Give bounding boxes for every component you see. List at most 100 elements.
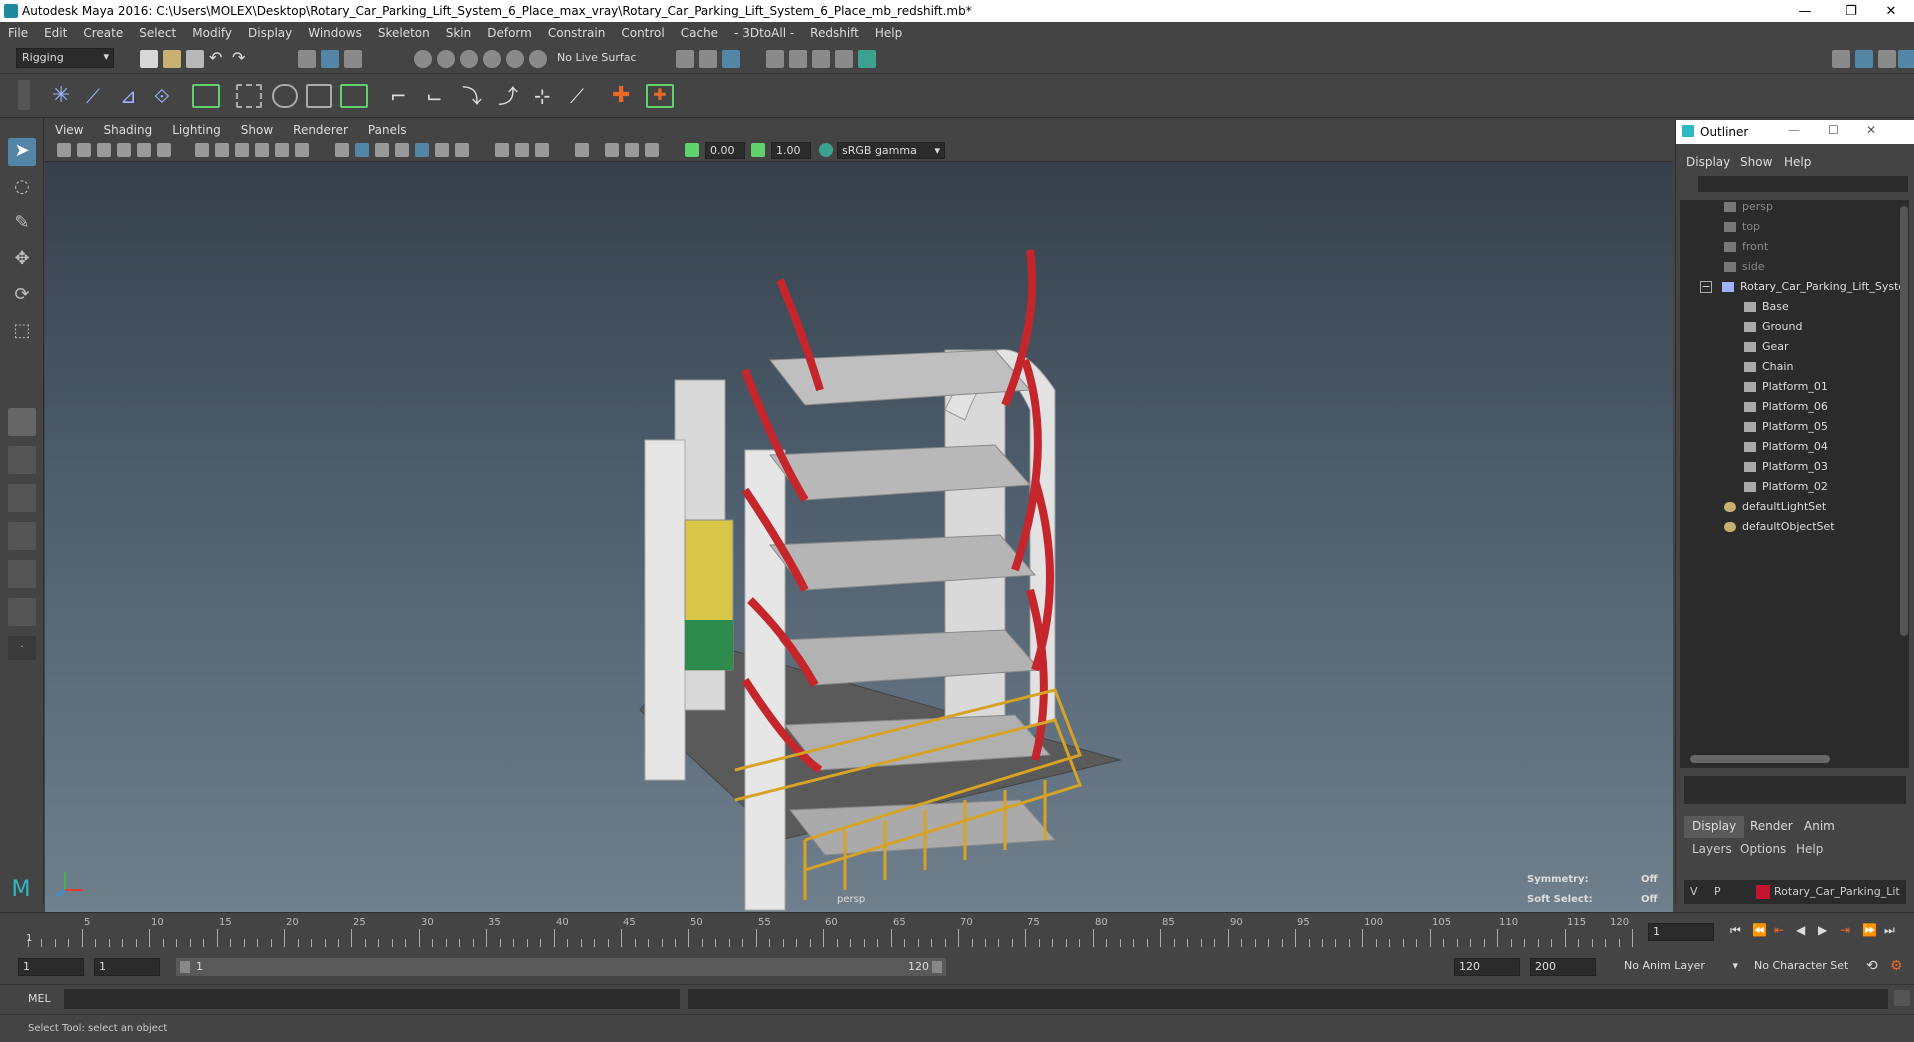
xray-icon[interactable] (605, 143, 619, 157)
cluster-handle-icon[interactable]: ✚ (646, 84, 674, 108)
menu-deform[interactable]: Deform (479, 26, 540, 40)
outliner-item-front[interactable]: front (1724, 240, 1768, 258)
outliner-item-platform-02[interactable]: Platform_02 (1744, 480, 1828, 498)
film-gate-icon[interactable] (215, 143, 229, 157)
outliner-menu-display[interactable]: Display (1686, 155, 1730, 169)
menu-3dtoall[interactable]: - 3DtoAll - (726, 26, 802, 40)
outliner-item-platform-01[interactable]: Platform_01 (1744, 380, 1828, 398)
command-input[interactable] (64, 989, 680, 1009)
menu-skin[interactable]: Skin (438, 26, 480, 40)
range-start-handle[interactable] (180, 961, 190, 973)
lasso-tool-icon[interactable]: ◌ (8, 174, 36, 202)
save-scene-icon[interactable] (186, 50, 204, 68)
ipr-render-icon[interactable] (812, 50, 830, 68)
anti-aliasing-icon[interactable] (535, 143, 549, 157)
select-hierarchy-icon[interactable] (298, 50, 316, 68)
undo-icon[interactable]: ↶ (209, 50, 227, 68)
gamma-icon[interactable] (751, 143, 765, 157)
tab-display[interactable]: Display (1684, 816, 1745, 838)
animation-preferences-icon[interactable]: ⚙ (1890, 958, 1908, 976)
point-constraint-icon[interactable]: ⌙ (426, 86, 444, 106)
outliner-vscrollbar[interactable] (1900, 206, 1908, 636)
menu-cache[interactable]: Cache (673, 26, 726, 40)
panel-menu-panels[interactable]: Panels (358, 123, 417, 137)
xray-joints-icon[interactable] (625, 143, 639, 157)
auto-key-icon[interactable]: ⟲ (1866, 958, 1884, 976)
layer-visibility-toggle[interactable]: V (1690, 885, 1698, 898)
ik-spline-icon[interactable]: ⊿ (120, 86, 138, 106)
attribute-editor-icon[interactable] (1832, 50, 1850, 68)
minimize-button[interactable]: — (1782, 0, 1828, 22)
perspective-viewport[interactable]: persp Symmetry: Off Soft Select: Off (45, 120, 1673, 912)
pole-vector-icon[interactable]: ⟋ (570, 86, 588, 106)
playback-end-field[interactable]: 120 (1454, 958, 1520, 976)
perspective-outliner-icon[interactable] (8, 484, 36, 512)
locator-icon[interactable]: ✚ (612, 85, 630, 107)
scale-tool-icon[interactable]: ⬚ (8, 318, 36, 346)
tab-anim[interactable]: Anim (1796, 816, 1843, 838)
animation-end-field[interactable]: 200 (1530, 958, 1596, 976)
menu-display[interactable]: Display (240, 26, 300, 40)
select-component-icon[interactable] (344, 50, 362, 68)
outliner-item-ground[interactable]: Ground (1744, 320, 1802, 338)
outliner-item-persp[interactable]: persp (1724, 200, 1773, 218)
range-slider-bar[interactable]: 1 120 (176, 958, 946, 976)
outliner-item-default-object-set[interactable]: defaultObjectSet (1724, 520, 1835, 538)
animation-start-field[interactable]: 1 (18, 958, 84, 976)
outliner-maximize-icon[interactable]: ☐ (1828, 123, 1839, 137)
rotate-tool-icon[interactable]: ⟳ (8, 282, 36, 310)
anim-layer-dropdown[interactable]: No Anim Layer ▾ (1620, 958, 1740, 976)
shadows-icon[interactable] (455, 143, 469, 157)
panel-menu-lighting[interactable]: Lighting (162, 123, 231, 137)
mirror-joint-icon[interactable]: ⟐ (154, 86, 172, 106)
outliner-menu-show[interactable]: Show (1740, 155, 1772, 169)
redo-icon[interactable]: ↷ (232, 50, 250, 68)
snap-live-icon[interactable] (529, 50, 547, 68)
camera-attributes-icon[interactable] (77, 143, 91, 157)
scale-constraint-icon[interactable]: ⤴ (498, 86, 518, 106)
outliner-item-platform-03[interactable]: Platform_03 (1744, 460, 1828, 478)
wireframe-on-shaded-icon[interactable] (395, 143, 409, 157)
single-perspective-icon[interactable] (8, 408, 36, 436)
outliner-item-chain[interactable]: Chain (1744, 360, 1793, 378)
outliner-item-gear[interactable]: Gear (1744, 340, 1789, 358)
outliner-minimize-icon[interactable]: — (1788, 123, 1800, 137)
outliner-item-platform-04[interactable]: Platform_04 (1744, 440, 1828, 458)
parent-constraint-icon[interactable]: ⌐ (390, 86, 408, 106)
snap-point-icon[interactable] (460, 50, 478, 68)
render-settings-icon[interactable] (722, 50, 740, 68)
render-current-icon[interactable] (789, 50, 807, 68)
live-surface-field[interactable]: No Live Surface (552, 49, 636, 69)
screen-space-ao-icon[interactable] (495, 143, 509, 157)
outliner-item-default-light-set[interactable]: defaultLightSet (1724, 500, 1826, 518)
menu-help[interactable]: Help (867, 26, 910, 40)
step-forward-frame-icon[interactable]: ⇥ (1840, 923, 1856, 939)
exposure-icon[interactable] (685, 143, 699, 157)
menu-select[interactable]: Select (131, 26, 184, 40)
select-tool-icon[interactable]: ➤ (8, 138, 36, 166)
menu-control[interactable]: Control (613, 26, 672, 40)
toolbox-more-icon[interactable]: · (8, 636, 36, 660)
wireframe-icon[interactable] (335, 143, 349, 157)
layer-menu-help[interactable]: Help (1796, 842, 1823, 856)
camera-select-icon[interactable] (57, 143, 71, 157)
smooth-shade-icon[interactable] (355, 143, 369, 157)
orient-constraint-icon[interactable]: ⤵ (462, 86, 482, 106)
bookmark-icon[interactable] (97, 143, 111, 157)
outliner-item-top[interactable]: top (1724, 220, 1760, 238)
menu-redshift[interactable]: Redshift (802, 26, 867, 40)
lattice-icon[interactable] (272, 84, 298, 108)
outliner-item-base[interactable]: Base (1744, 300, 1789, 318)
hypershade-icon[interactable] (858, 50, 876, 68)
tab-render[interactable]: Render (1742, 816, 1801, 838)
character-set-dropdown[interactable]: No Character Set (1750, 958, 1862, 976)
aim-constraint-icon[interactable]: ⊹ (534, 86, 552, 106)
outliner-menu-help[interactable]: Help (1784, 155, 1811, 169)
snap-view-plane-icon[interactable] (483, 50, 501, 68)
panel-menu-show[interactable]: Show (231, 123, 283, 137)
outliner-hscrollbar[interactable] (1690, 755, 1830, 763)
grease-pencil-icon[interactable] (157, 143, 171, 157)
layer-row[interactable]: V P Rotary_Car_Parking_Lit (1684, 880, 1906, 904)
script-editor-icon[interactable] (1894, 990, 1910, 1006)
gamma-field[interactable]: 1.00 (771, 142, 811, 159)
